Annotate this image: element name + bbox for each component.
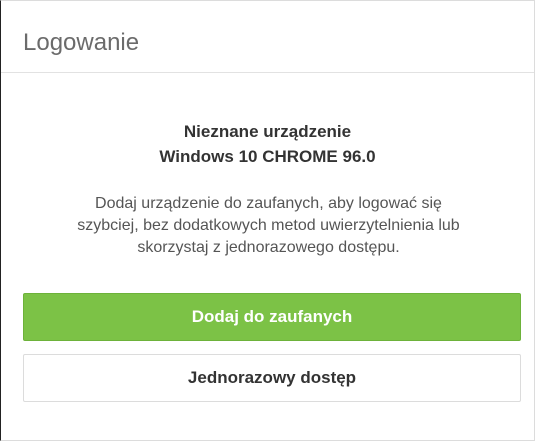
device-name: Windows 10 CHROME 96.0 xyxy=(159,147,376,166)
description-line: Dodaj urządzenie do zaufanych, aby logow… xyxy=(95,195,442,212)
device-info: Nieznane urządzenie Windows 10 CHROME 96… xyxy=(1,119,534,169)
description-line: szybciej, bez dodatkowych metod uwierzyt… xyxy=(77,217,460,234)
device-heading: Nieznane urządzenie xyxy=(183,122,352,141)
add-to-trusted-button[interactable]: Dodaj do zaufanych xyxy=(23,293,521,341)
login-panel: Logowanie Nieznane urządzenie Windows 10… xyxy=(0,0,535,441)
panel-header: Logowanie xyxy=(1,1,534,73)
description-text: Dodaj urządzenie do zaufanych, aby logow… xyxy=(21,193,516,259)
page-title: Logowanie xyxy=(23,29,140,56)
one-time-access-button[interactable]: Jednorazowy dostęp xyxy=(23,354,521,402)
description-line: skorzystaj z jednorazowego dostępu. xyxy=(137,239,400,256)
